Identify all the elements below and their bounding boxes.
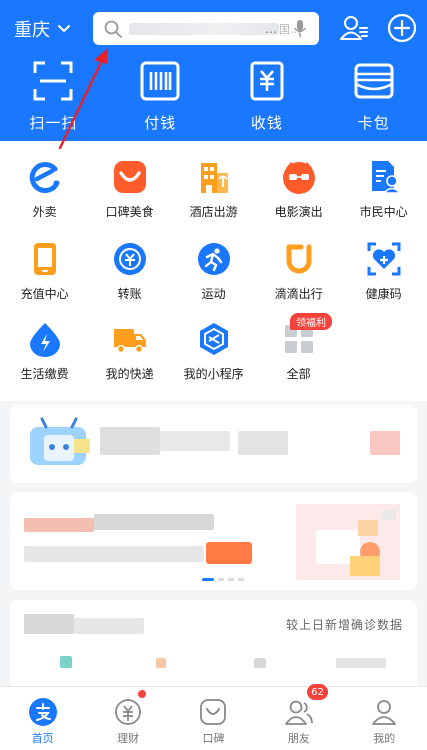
collect-button[interactable]: 收钱 (214, 60, 321, 136)
alipay-home-screen: 重庆 国… 扫一扫 付钱 收钱 (0, 0, 427, 750)
express-truck-icon (113, 329, 146, 354)
my-icon (372, 700, 397, 725)
tab-wealth[interactable]: 理财 (85, 687, 170, 750)
didi-icon (286, 244, 312, 274)
grid-label: 外卖 (32, 205, 57, 219)
grid-label: 口碑美食 (105, 205, 154, 219)
hotel-icon (200, 163, 228, 193)
promo-card-2[interactable] (10, 492, 417, 590)
collect-label: 收钱 (250, 114, 283, 132)
pay-label: 付钱 (144, 114, 177, 132)
tab-label: 理财 (117, 732, 140, 745)
grid-item-recharge[interactable]: 充值中心 (2, 239, 87, 303)
yuan-receipt-icon (250, 61, 284, 101)
epidemic-data-card[interactable]: 较上日新增确诊数据 (10, 600, 417, 690)
grid-label: 市民中心 (359, 205, 408, 219)
city-selector[interactable]: 重庆 (14, 14, 72, 44)
grid-label: 电影演出 (274, 205, 323, 219)
grid-label: 全部 (286, 367, 311, 381)
transfer-icon (113, 243, 146, 275)
movie-icon (282, 162, 315, 194)
grid-label: 滴滴出行 (274, 287, 323, 301)
wealth-icon (115, 699, 141, 725)
tab-friends[interactable]: 62 朋友 (256, 683, 341, 750)
add-circle-icon[interactable] (386, 12, 418, 44)
tab-koubei[interactable]: 口碑 (171, 687, 256, 750)
friends-icon (284, 700, 313, 725)
health-code-icon (367, 242, 401, 276)
grid-label: 运动 (201, 287, 226, 301)
koubei-food-icon (113, 161, 146, 193)
grid-label: 生活缴费 (20, 367, 69, 381)
tab-label: 首页 (31, 732, 54, 745)
promo-illustration-icon (296, 504, 400, 580)
service-grid: 外卖 口碑美食 酒店出游 电影演出 市民中心 充值中心 转账 运动 滴滴出行 健… (0, 141, 427, 401)
friends-count-badge: 62 (306, 683, 329, 701)
grid-item-citizen-center[interactable]: 市民中心 (341, 157, 426, 221)
welfare-badge[interactable]: 领福利 (290, 313, 332, 330)
sport-icon (197, 243, 230, 275)
search-bar[interactable]: 国… (93, 12, 319, 45)
grid-item-express[interactable]: 我的快递 (87, 319, 172, 383)
tab-label: 朋友 (287, 732, 310, 745)
grid-item-hotel[interactable]: 酒店出游 (171, 157, 256, 221)
promo-card-1[interactable] (10, 405, 417, 483)
grid-item-didi[interactable]: 滴滴出行 (256, 239, 341, 303)
barcode-icon (140, 61, 180, 101)
grid-label: 我的小程序 (183, 367, 244, 381)
grid-item-utility[interactable]: 生活缴费 (2, 319, 87, 383)
bottom-tab-bar: 首页 理财 口碑 62 朋友 我的 (0, 683, 427, 750)
card-wallet-button[interactable]: 卡包 (320, 60, 427, 136)
chevron-down-icon (58, 25, 70, 33)
scan-label: 扫一扫 (29, 114, 78, 132)
pay-button[interactable]: 付钱 (107, 60, 214, 136)
grid-item-sport[interactable]: 运动 (171, 239, 256, 303)
top-header: 重庆 国… 扫一扫 付钱 收钱 (0, 0, 427, 141)
carousel-dots[interactable] (202, 578, 244, 581)
mini-program-icon (199, 323, 228, 355)
phone-recharge-icon (33, 243, 56, 275)
alipay-home-icon (28, 698, 57, 726)
tab-label: 我的 (373, 732, 396, 745)
grid-label: 健康码 (365, 287, 402, 301)
wealth-notification-dot (137, 689, 148, 699)
scan-button[interactable]: 扫一扫 (0, 60, 107, 136)
contacts-icon[interactable] (338, 12, 370, 44)
grid-item-movie[interactable]: 电影演出 (256, 157, 341, 221)
grid-item-koubei-food[interactable]: 口碑美食 (87, 157, 172, 221)
grid-item-health-code[interactable]: 健康码 (341, 239, 426, 303)
grid-label: 酒店出游 (189, 205, 238, 219)
eleme-icon (29, 162, 60, 194)
grid-item-takeout[interactable]: 外卖 (2, 157, 87, 221)
microphone-icon[interactable] (293, 19, 307, 39)
grid-item-mini-program[interactable]: 我的小程序 (171, 319, 256, 383)
tab-label: 口碑 (202, 732, 225, 745)
utility-icon (29, 323, 60, 357)
scan-icon (33, 61, 73, 101)
city-label: 重庆 (14, 20, 50, 41)
grid-label: 转账 (117, 287, 142, 301)
confirmed-cases-note: 较上日新增确诊数据 (285, 618, 403, 632)
wallet-icon (354, 63, 394, 99)
mascot-illustration-icon (30, 417, 90, 465)
search-icon (104, 20, 122, 38)
citizen-center-icon (371, 161, 402, 194)
tab-my[interactable]: 我的 (342, 687, 427, 750)
koubei-icon (200, 699, 227, 725)
grid-item-transfer[interactable]: 转账 (87, 239, 172, 303)
grid-label: 我的快递 (105, 367, 154, 381)
tab-home[interactable]: 首页 (0, 687, 85, 750)
primary-actions: 扫一扫 付钱 收钱 卡包 (0, 60, 427, 136)
card-wallet-label: 卡包 (357, 114, 390, 132)
grid-label: 充值中心 (20, 287, 69, 301)
